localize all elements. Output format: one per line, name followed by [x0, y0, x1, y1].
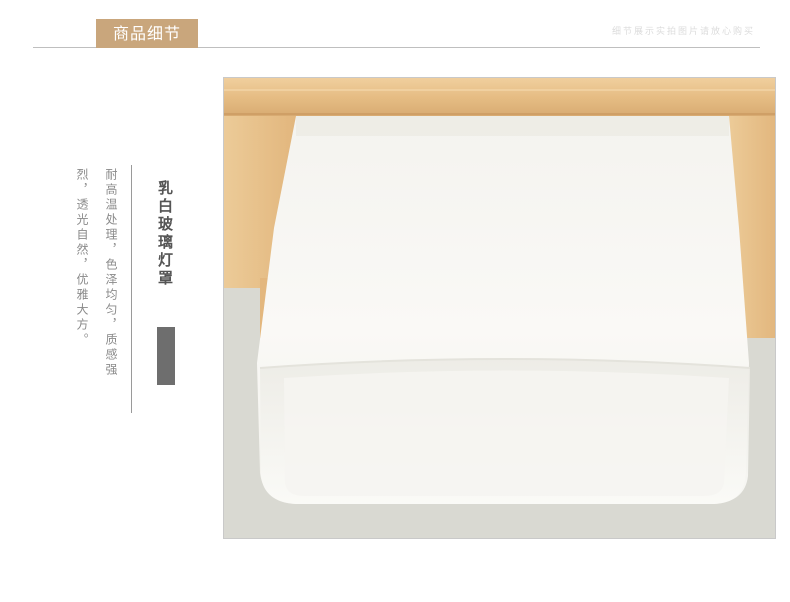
feature-desc-line-2: 烈，透光自然，优雅大方。 — [75, 168, 89, 348]
feature-title-bar — [157, 327, 175, 385]
section-tag: 商品细节 — [96, 19, 198, 48]
product-photo — [223, 77, 776, 539]
feature-desc-line-1: 耐高温处理，色泽均匀，质感强 — [104, 168, 118, 378]
header-subtitle: 细节展示实拍图片请放心购买 — [612, 27, 756, 37]
feature-title: 乳白玻璃灯罩 — [156, 180, 174, 288]
feature-divider — [131, 165, 132, 413]
